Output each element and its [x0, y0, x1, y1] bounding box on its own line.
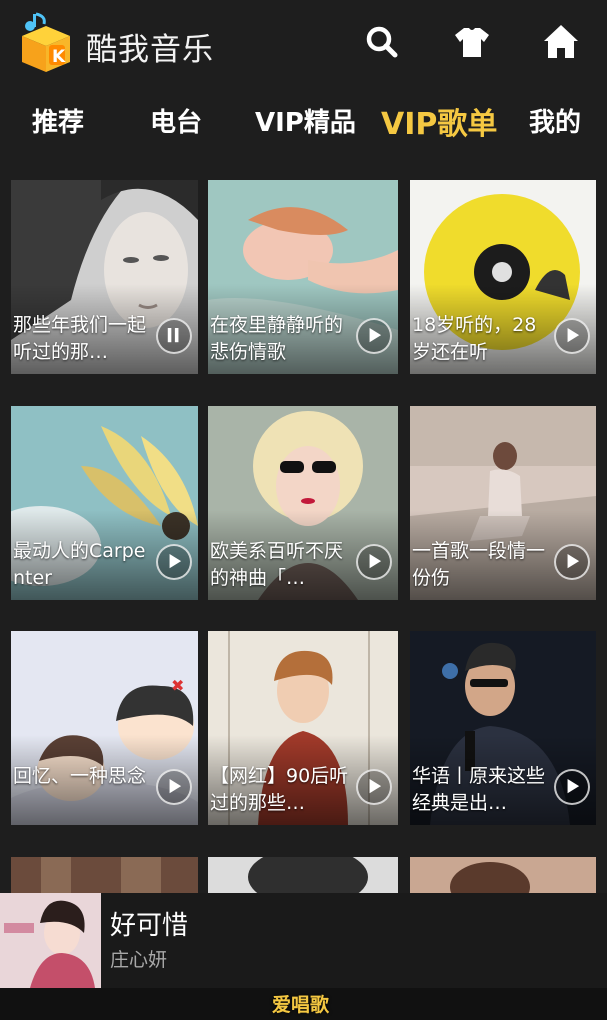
svg-text:K: K — [52, 47, 66, 67]
playlist-title: 华语丨原来这些经典是出… — [412, 765, 546, 814]
playlist-card[interactable]: ✖ 回忆、一种思念 — [11, 631, 198, 825]
playlist-title: 【网红】90后听过的那些… — [210, 765, 349, 814]
playlist-title: 最动人的Carpenter — [13, 540, 146, 589]
play-icon[interactable] — [356, 318, 392, 354]
playlist-card[interactable]: 最动人的Carpenter — [11, 406, 198, 600]
tab-vip-premium[interactable]: VIP精品 — [255, 102, 356, 139]
category-tabs: 推荐 电台 VIP精品 VIP歌单 我的 — [0, 86, 607, 162]
now-playing-bar[interactable]: 好可惜 庄心妍 — [0, 893, 607, 988]
search-icon[interactable] — [362, 22, 402, 62]
playlist-card[interactable]: 在夜里静静听的悲伤情歌 — [208, 180, 398, 374]
play-icon[interactable] — [356, 769, 392, 805]
playlist-card[interactable]: 华语丨原来这些经典是出… — [410, 631, 596, 825]
play-icon[interactable] — [356, 544, 392, 580]
playlist-card[interactable]: 一首歌一段情一份伤 — [410, 406, 596, 600]
svg-text:✖: ✖ — [171, 676, 184, 695]
now-playing-artist: 庄心妍 — [110, 949, 168, 971]
play-icon[interactable] — [554, 544, 590, 580]
tab-vip-playlist[interactable]: VIP歌单 — [381, 99, 497, 143]
play-icon[interactable] — [156, 544, 192, 580]
tab-mine[interactable]: 我的 — [529, 102, 581, 139]
home-icon[interactable] — [541, 22, 581, 62]
playlist-title: 那些年我们一起听过的那… — [13, 314, 147, 363]
playlist-title: 一首歌一段情一份伤 — [412, 540, 546, 589]
play-icon[interactable] — [156, 769, 192, 805]
playlist-title: 回忆、一种思念 — [13, 765, 147, 787]
playlist-card[interactable]: 18岁听的，28岁还在听 — [410, 180, 596, 374]
tab-recommend[interactable]: 推荐 — [32, 102, 84, 139]
playlist-grid: 那些年我们一起听过的那… 在夜里静静听的悲伤情歌 18岁听的，28岁还在听 最动… — [0, 180, 607, 900]
playlist-card[interactable]: 【网红】90后听过的那些… — [208, 631, 398, 825]
app-title: 酷我音乐 — [86, 32, 214, 68]
watermark-text: 爱唱歌 — [272, 994, 330, 1016]
now-playing-song-title: 好可惜 — [110, 911, 189, 941]
kuwo-logo-icon: K — [16, 12, 76, 74]
play-icon[interactable] — [554, 318, 590, 354]
tshirt-icon[interactable] — [452, 22, 492, 62]
play-icon[interactable] — [554, 769, 590, 805]
playlist-card[interactable]: 那些年我们一起听过的那… — [11, 180, 198, 374]
playlist-title: 在夜里静静听的悲伤情歌 — [210, 314, 344, 363]
app-header: K 酷我音乐 — [0, 0, 607, 86]
playlist-title: 欧美系百听不厌的神曲「… — [210, 540, 344, 589]
playlist-title: 18岁听的，28岁还在听 — [412, 314, 537, 363]
tab-radio[interactable]: 电台 — [150, 102, 202, 139]
playlist-card[interactable]: 欧美系百听不厌的神曲「… — [208, 406, 398, 600]
pause-icon[interactable] — [156, 318, 192, 354]
now-playing-cover-image[interactable] — [0, 893, 101, 988]
